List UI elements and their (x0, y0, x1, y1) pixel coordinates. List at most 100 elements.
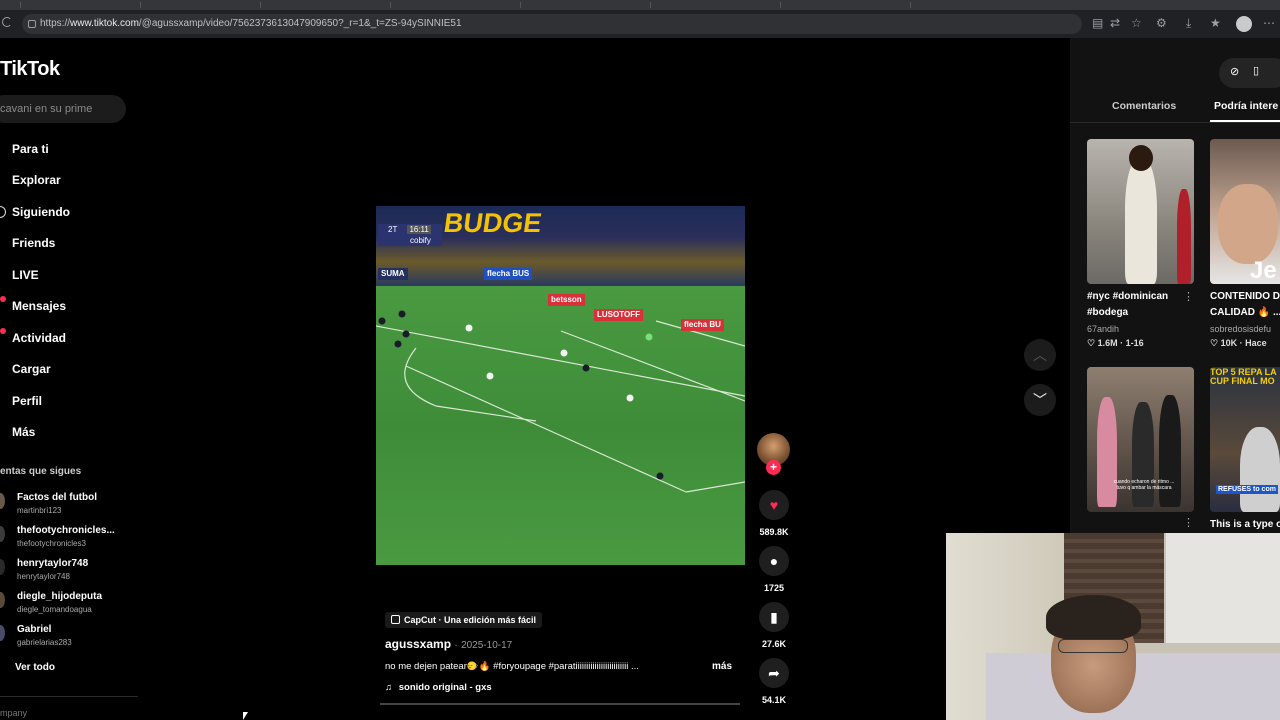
save-button[interactable]: ▮ (759, 602, 789, 632)
more-options-icon[interactable]: ⋮ (1183, 290, 1194, 303)
sidebar-item-mas[interactable]: Más (0, 417, 70, 449)
link-icon[interactable]: ⊘ (1230, 65, 1239, 78)
url-path: /@agussxamp/video/7562373613047909650?_r… (138, 18, 462, 29)
sidebar-item-mensajes[interactable]: Mensajes (0, 291, 70, 323)
search-text: cavani en su prime (0, 103, 93, 115)
address-bar[interactable]: https://www.tiktok.com/@agussxamp/video/… (22, 14, 1082, 34)
related-video-thumbnail[interactable]: cuando echaron de ritmo ... tuvo q ambar… (1087, 367, 1194, 512)
account-handle: henrytaylor748 (17, 572, 70, 581)
video-progress-bar[interactable] (380, 703, 740, 705)
sidebar-item-live[interactable]: LIVE (0, 259, 70, 291)
thumbnail-figure (1132, 402, 1154, 507)
browser-tab[interactable] (390, 2, 510, 8)
extensions-icon[interactable]: ⚙ (1156, 16, 1167, 30)
sidebar-item-siguiendo[interactable]: Siguiendo (0, 196, 70, 228)
browser-menu-icon[interactable]: ⋯ (1263, 16, 1275, 30)
save-count: 27.6K (761, 639, 787, 649)
account-handle: diegle_tomandoagua (17, 605, 92, 614)
sidebar-divider (0, 696, 138, 697)
see-all-link[interactable]: Ver todo (15, 662, 55, 673)
related-video-thumbnail[interactable]: Je (1210, 139, 1280, 284)
tiktok-logo[interactable]: TikTok (0, 58, 60, 81)
heart-outline-icon: ♡ (1087, 338, 1096, 348)
video-caption: CapCut · Una edición más fácil agussxamp… (385, 610, 745, 693)
related-video-title[interactable]: CALIDAD 🔥 ... (1210, 305, 1280, 321)
account-name: Gabriel (17, 624, 52, 635)
logo-text: TikTok (0, 58, 60, 80)
related-video-author[interactable]: sobredosisdefu (1210, 324, 1271, 334)
browser-tab[interactable] (140, 2, 260, 8)
account-handle: gabrielarias283 (17, 638, 72, 647)
browser-tab[interactable] (650, 2, 770, 8)
sidebar-item-label: Para ti (12, 141, 49, 156)
browser-tab[interactable] (260, 2, 380, 8)
chevron-up-icon: ︿ (1033, 347, 1047, 363)
related-video-author[interactable]: 67andih (1087, 324, 1119, 334)
sidebar-item-actividad[interactable]: Actividad (0, 322, 70, 354)
like-button[interactable]: ♥ (759, 490, 789, 520)
sidebar-item-label: Perfil (12, 393, 43, 408)
capcut-icon (391, 615, 400, 624)
capcut-badge[interactable]: CapCut · Una edición más fácil (385, 612, 543, 628)
related-video-title[interactable]: #bodega (1087, 305, 1128, 321)
sidebar-item-label: Friends (12, 236, 56, 251)
music-note-icon: ♫ (385, 682, 393, 693)
avatar (0, 559, 5, 575)
sidebar-item-label: Mensajes (12, 299, 67, 314)
browser-tab[interactable] (520, 2, 640, 8)
related-video-title[interactable]: #nyc #dominican (1087, 289, 1168, 305)
device-icon[interactable]: ▯ (1253, 64, 1259, 77)
previous-video-button[interactable]: ︿ (1024, 339, 1056, 371)
browser-tab[interactable] (20, 2, 140, 8)
sidebar-item-cargar[interactable]: Cargar (0, 354, 70, 386)
related-video-stats: ♡ 10K · Hace (1210, 338, 1267, 349)
sidebar-item-perfil[interactable]: Perfil (0, 385, 70, 417)
capcut-label: CapCut · Una edición más fácil (404, 615, 537, 625)
video-author[interactable]: agussxamp · 2025-10-17 (385, 637, 512, 651)
search-input[interactable]: cavani en su prime (0, 95, 126, 123)
heart-icon: ♥ (769, 497, 779, 513)
downloads-icon[interactable]: ⤓ (1186, 16, 1191, 31)
bookmark-star-icon[interactable]: ☆ (1131, 16, 1142, 30)
music-link[interactable]: ♫ sonido original - gxs (385, 682, 492, 693)
mouse-cursor-icon (243, 712, 248, 720)
account-name: henrytaylor748 (17, 558, 89, 569)
sidebar-item-explorar[interactable]: Explorar (0, 165, 70, 197)
next-video-button[interactable]: ﹀ (1024, 384, 1056, 416)
related-video-thumbnail[interactable] (1087, 139, 1194, 284)
share-icon: ➦ (768, 664, 780, 681)
video-player[interactable]: BUDGE flecha BUS 2T 16:11 cobify betsson… (376, 206, 745, 565)
more-options-icon[interactable]: ⋮ (1183, 516, 1194, 529)
comment-button[interactable]: ● (759, 546, 789, 576)
browser-profile-avatar[interactable] (1236, 16, 1252, 32)
comment-count: 1725 (763, 583, 785, 593)
sidebar-item-friends[interactable]: Friends (0, 228, 70, 260)
sidebar-item-label: Explorar (12, 173, 61, 188)
thumbnail-overlay-text: CUP FINAL MO (1210, 376, 1275, 386)
site-info-icon[interactable] (28, 20, 36, 28)
sidebar-item-para-ti[interactable]: Para ti (0, 133, 70, 165)
reader-mode-icon[interactable]: ▤ (1092, 16, 1103, 30)
related-video-title[interactable]: This is a type o (1210, 519, 1280, 530)
tab-comments[interactable]: Comentarios (1112, 100, 1176, 112)
url-scheme: https:// (40, 18, 71, 29)
more-button[interactable]: más (712, 661, 732, 672)
browser-tab[interactable] (780, 2, 900, 8)
thumbnail-figure (1125, 159, 1157, 284)
view-count: 10K (1220, 338, 1238, 348)
favorites-icon[interactable]: ★ (1210, 16, 1221, 30)
translate-icon[interactable]: ⇄ (1110, 16, 1120, 30)
video-date: 1-16 (1125, 338, 1144, 348)
browser-tab[interactable] (910, 2, 1030, 8)
chevron-down-icon: ﹀ (1033, 392, 1047, 408)
music-title: sonido original - gxs (398, 682, 492, 693)
tab-related[interactable]: Podría intere (1214, 100, 1278, 112)
related-video-thumbnail[interactable]: TOP 5 REPA LA CUP FINAL MO REFUSES to co… (1210, 367, 1280, 512)
share-button[interactable]: ➦ (759, 658, 789, 688)
reload-icon[interactable] (2, 17, 12, 27)
follow-plus-icon[interactable]: + (766, 460, 781, 475)
footer-link[interactable]: mpany (0, 708, 27, 718)
sidebar-item-label: Siguiendo (12, 204, 70, 219)
panel-toggle-buttons[interactable]: ⊘ ▯ (1219, 58, 1280, 88)
related-video-title[interactable]: CONTENIDO D (1210, 289, 1280, 305)
